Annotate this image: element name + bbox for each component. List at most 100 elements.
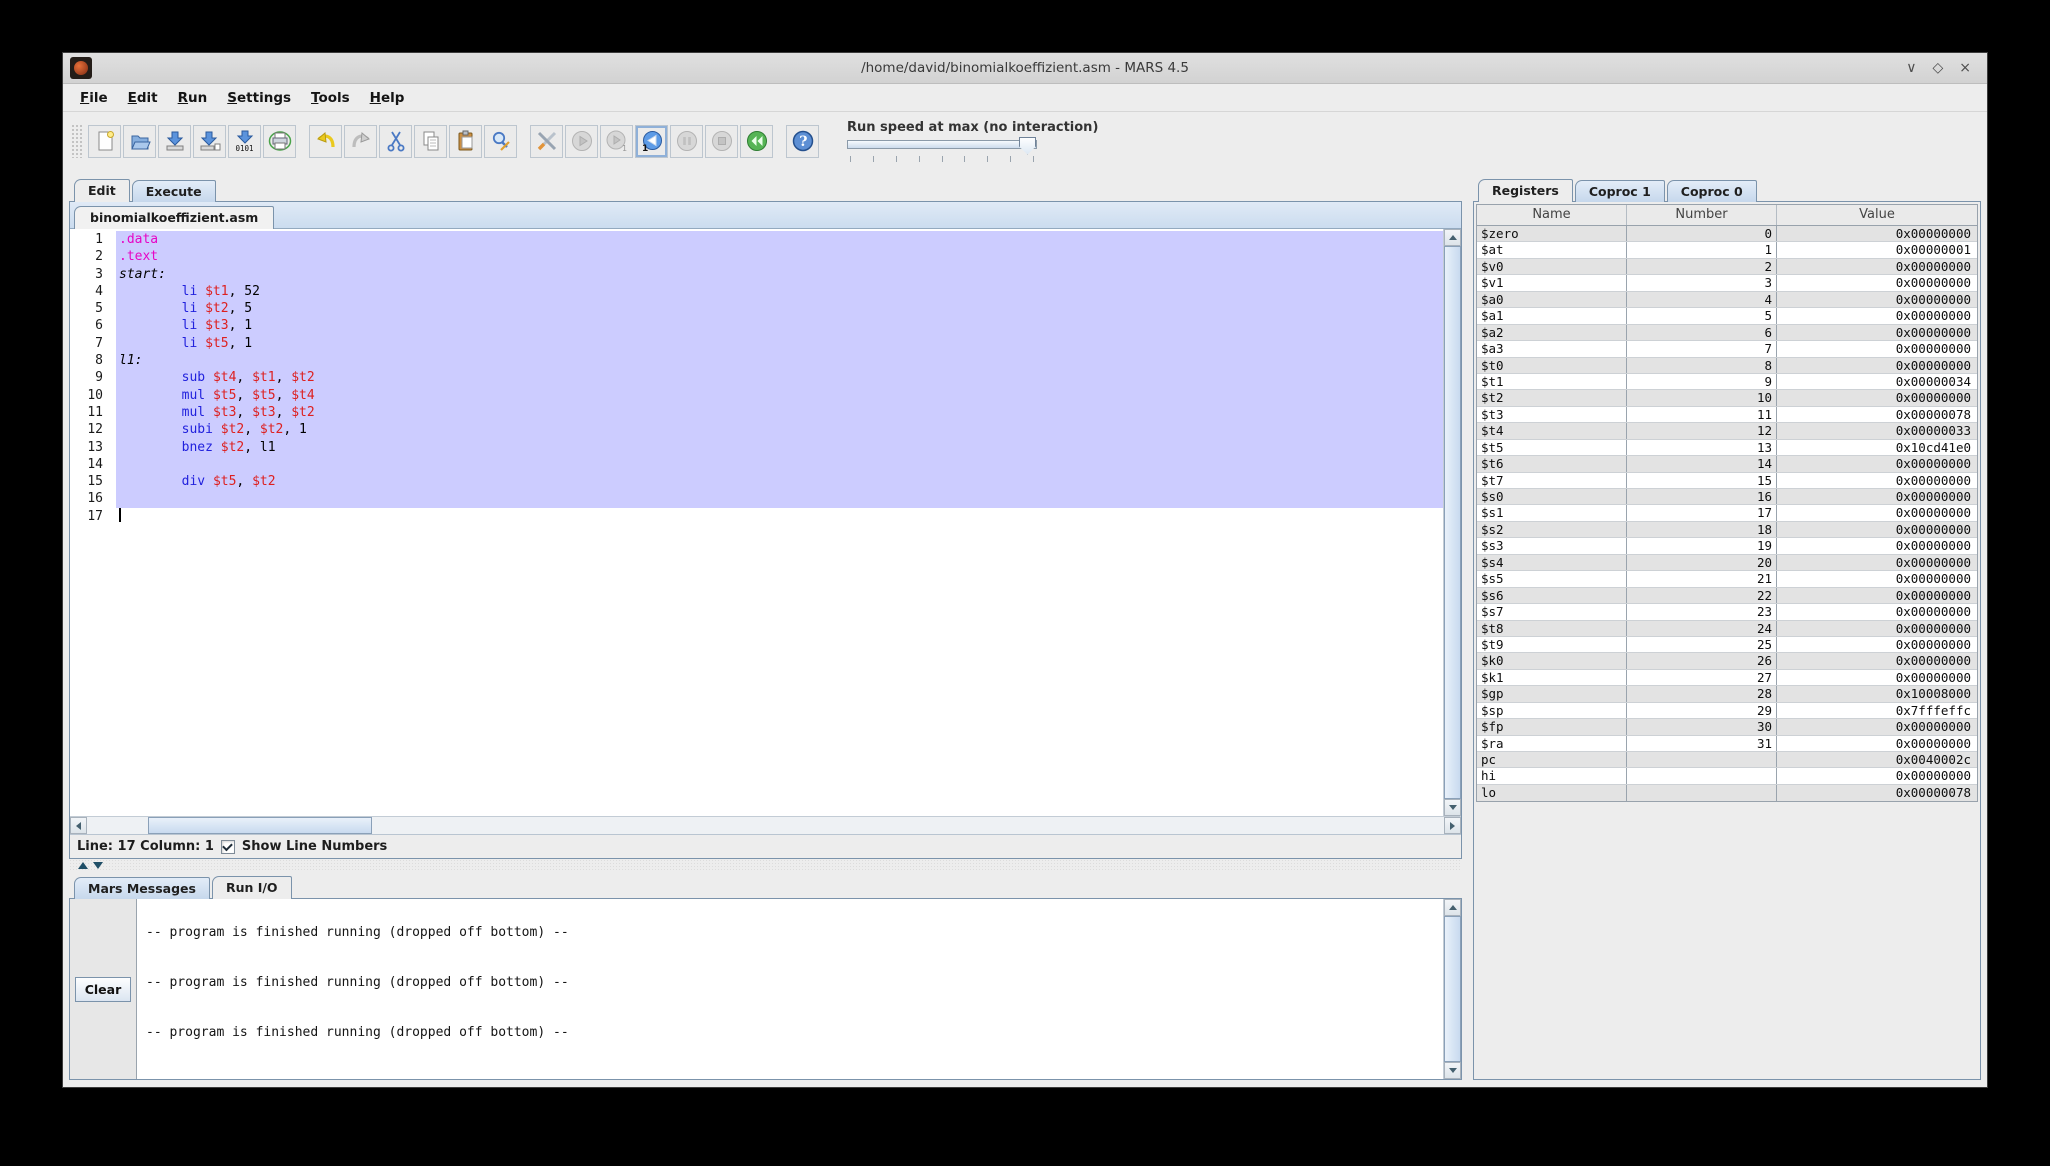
register-row-t9[interactable]: $t9250x00000000	[1477, 637, 1977, 653]
close-icon[interactable]: ×	[1959, 60, 1971, 76]
register-row-v0[interactable]: $v020x00000000	[1477, 259, 1977, 275]
assemble-button[interactable]	[530, 125, 563, 158]
register-row-t2[interactable]: $t2100x00000000	[1477, 390, 1977, 406]
pause-button[interactable]	[670, 125, 703, 158]
dump-memory-button[interactable]: 0101	[228, 125, 261, 158]
register-row-pc[interactable]: pc0x0040002c	[1477, 752, 1977, 768]
register-row-s7[interactable]: $s7230x00000000	[1477, 604, 1977, 620]
cut-button[interactable]	[379, 125, 412, 158]
tab-edit[interactable]: Edit	[74, 179, 130, 202]
menu-file[interactable]: File	[70, 87, 118, 109]
register-row-s0[interactable]: $s0160x00000000	[1477, 489, 1977, 505]
scroll-right-button[interactable]	[1444, 817, 1461, 834]
help-button[interactable]: ?	[786, 125, 819, 158]
scrollbar-track[interactable]	[1444, 246, 1461, 799]
register-row-t3[interactable]: $t3110x00000078	[1477, 407, 1977, 423]
menu-tools[interactable]: Tools	[301, 87, 360, 109]
menu-run[interactable]: Run	[168, 87, 218, 109]
register-row-t4[interactable]: $t4120x00000033	[1477, 423, 1977, 439]
register-row-t1[interactable]: $t190x00000034	[1477, 374, 1977, 390]
scroll-up-button[interactable]	[1444, 899, 1461, 916]
run-io-output[interactable]: -- program is finished running (dropped …	[137, 899, 1443, 1079]
io-vertical-scrollbar[interactable]	[1443, 899, 1461, 1079]
tab-run-io[interactable]: Run I/O	[212, 876, 292, 899]
save-as-button[interactable]	[193, 125, 226, 158]
find-replace-button[interactable]	[484, 125, 517, 158]
tab-coproc1[interactable]: Coproc 1	[1575, 180, 1665, 202]
backstep-button[interactable]: 1	[635, 125, 668, 158]
register-row-sp[interactable]: $sp290x7fffeffc	[1477, 703, 1977, 719]
stop-button[interactable]	[705, 125, 738, 158]
register-row-gp[interactable]: $gp280x10008000	[1477, 686, 1977, 702]
collapse-up-icon[interactable]	[78, 862, 88, 869]
run-speed-slider[interactable]	[847, 136, 1047, 163]
register-row-ra[interactable]: $ra310x00000000	[1477, 736, 1977, 752]
register-row-s1[interactable]: $s1170x00000000	[1477, 505, 1977, 521]
register-row-a0[interactable]: $a040x00000000	[1477, 292, 1977, 308]
collapse-down-icon[interactable]	[93, 862, 103, 869]
new-file-button[interactable]	[88, 125, 121, 158]
code-editor[interactable]: .data.textstart: li $t1, 52 li $t2, 5 li…	[116, 229, 1443, 816]
register-row-k1[interactable]: $k1270x00000000	[1477, 670, 1977, 686]
register-row-a3[interactable]: $a370x00000000	[1477, 341, 1977, 357]
register-row-s5[interactable]: $s5210x00000000	[1477, 571, 1977, 587]
column-header-value[interactable]: Value	[1777, 205, 1977, 225]
register-row-t5[interactable]: $t5130x10cd41e0	[1477, 440, 1977, 456]
register-row-v1[interactable]: $v130x00000000	[1477, 275, 1977, 291]
editor-vertical-scrollbar[interactable]	[1443, 229, 1461, 816]
menu-settings[interactable]: Settings	[217, 87, 301, 109]
minimize-icon[interactable]: ∨	[1906, 60, 1916, 76]
register-row-s6[interactable]: $s6220x00000000	[1477, 588, 1977, 604]
scroll-down-button[interactable]	[1444, 1062, 1461, 1079]
copy-button[interactable]	[414, 125, 447, 158]
undo-button[interactable]	[309, 125, 342, 158]
tab-coproc0[interactable]: Coproc 0	[1667, 180, 1757, 202]
register-row-t6[interactable]: $t6140x00000000	[1477, 456, 1977, 472]
scroll-left-button[interactable]	[70, 817, 87, 834]
open-file-button[interactable]	[123, 125, 156, 158]
editor-horizontal-scrollbar[interactable]	[70, 816, 1461, 834]
register-row-t0[interactable]: $t080x00000000	[1477, 358, 1977, 374]
register-row-s4[interactable]: $s4200x00000000	[1477, 555, 1977, 571]
scroll-down-button[interactable]	[1444, 799, 1461, 816]
menu-help[interactable]: Help	[360, 87, 415, 109]
register-row-k0[interactable]: $k0260x00000000	[1477, 653, 1977, 669]
redo-button[interactable]	[344, 125, 377, 158]
file-tab[interactable]: binomialkoeffizient.asm	[74, 206, 274, 229]
scrollbar-thumb[interactable]	[1444, 246, 1461, 799]
tab-execute[interactable]: Execute	[132, 180, 216, 202]
slider-thumb[interactable]	[1019, 137, 1036, 155]
step-button[interactable]: 1	[600, 125, 633, 158]
save-button[interactable]	[158, 125, 191, 158]
scrollbar-thumb[interactable]	[148, 817, 372, 834]
scroll-up-button[interactable]	[1444, 229, 1461, 246]
toolbar-drag-handle[interactable]	[71, 124, 82, 158]
tab-registers[interactable]: Registers	[1478, 179, 1573, 202]
register-row-a2[interactable]: $a260x00000000	[1477, 325, 1977, 341]
scrollbar-track[interactable]	[1444, 916, 1461, 1062]
print-button[interactable]	[263, 125, 296, 158]
register-row-s3[interactable]: $s3190x00000000	[1477, 538, 1977, 554]
register-row-t8[interactable]: $t8240x00000000	[1477, 621, 1977, 637]
scrollbar-thumb[interactable]	[1444, 916, 1461, 1062]
register-row-fp[interactable]: $fp300x00000000	[1477, 719, 1977, 735]
register-row-hi[interactable]: hi0x00000000	[1477, 768, 1977, 784]
paste-button[interactable]	[449, 125, 482, 158]
scrollbar-track[interactable]	[87, 817, 1444, 834]
register-row-at[interactable]: $at10x00000001	[1477, 242, 1977, 258]
menu-edit[interactable]: Edit	[118, 87, 168, 109]
run-button[interactable]	[565, 125, 598, 158]
tab-mars-messages[interactable]: Mars Messages	[74, 877, 210, 899]
maximize-icon[interactable]: ◇	[1932, 60, 1943, 76]
register-row-s2[interactable]: $s2180x00000000	[1477, 522, 1977, 538]
column-header-number[interactable]: Number	[1627, 205, 1777, 225]
slider-track[interactable]	[847, 140, 1037, 149]
register-row-t7[interactable]: $t7150x00000000	[1477, 473, 1977, 489]
clear-button[interactable]: Clear	[75, 977, 132, 1002]
reset-button[interactable]	[740, 125, 773, 158]
column-header-name[interactable]: Name	[1477, 205, 1627, 225]
register-row-a1[interactable]: $a150x00000000	[1477, 308, 1977, 324]
show-line-numbers-checkbox[interactable]	[221, 840, 235, 854]
register-row-zero[interactable]: $zero00x00000000	[1477, 226, 1977, 242]
split-divider[interactable]	[69, 859, 1462, 872]
